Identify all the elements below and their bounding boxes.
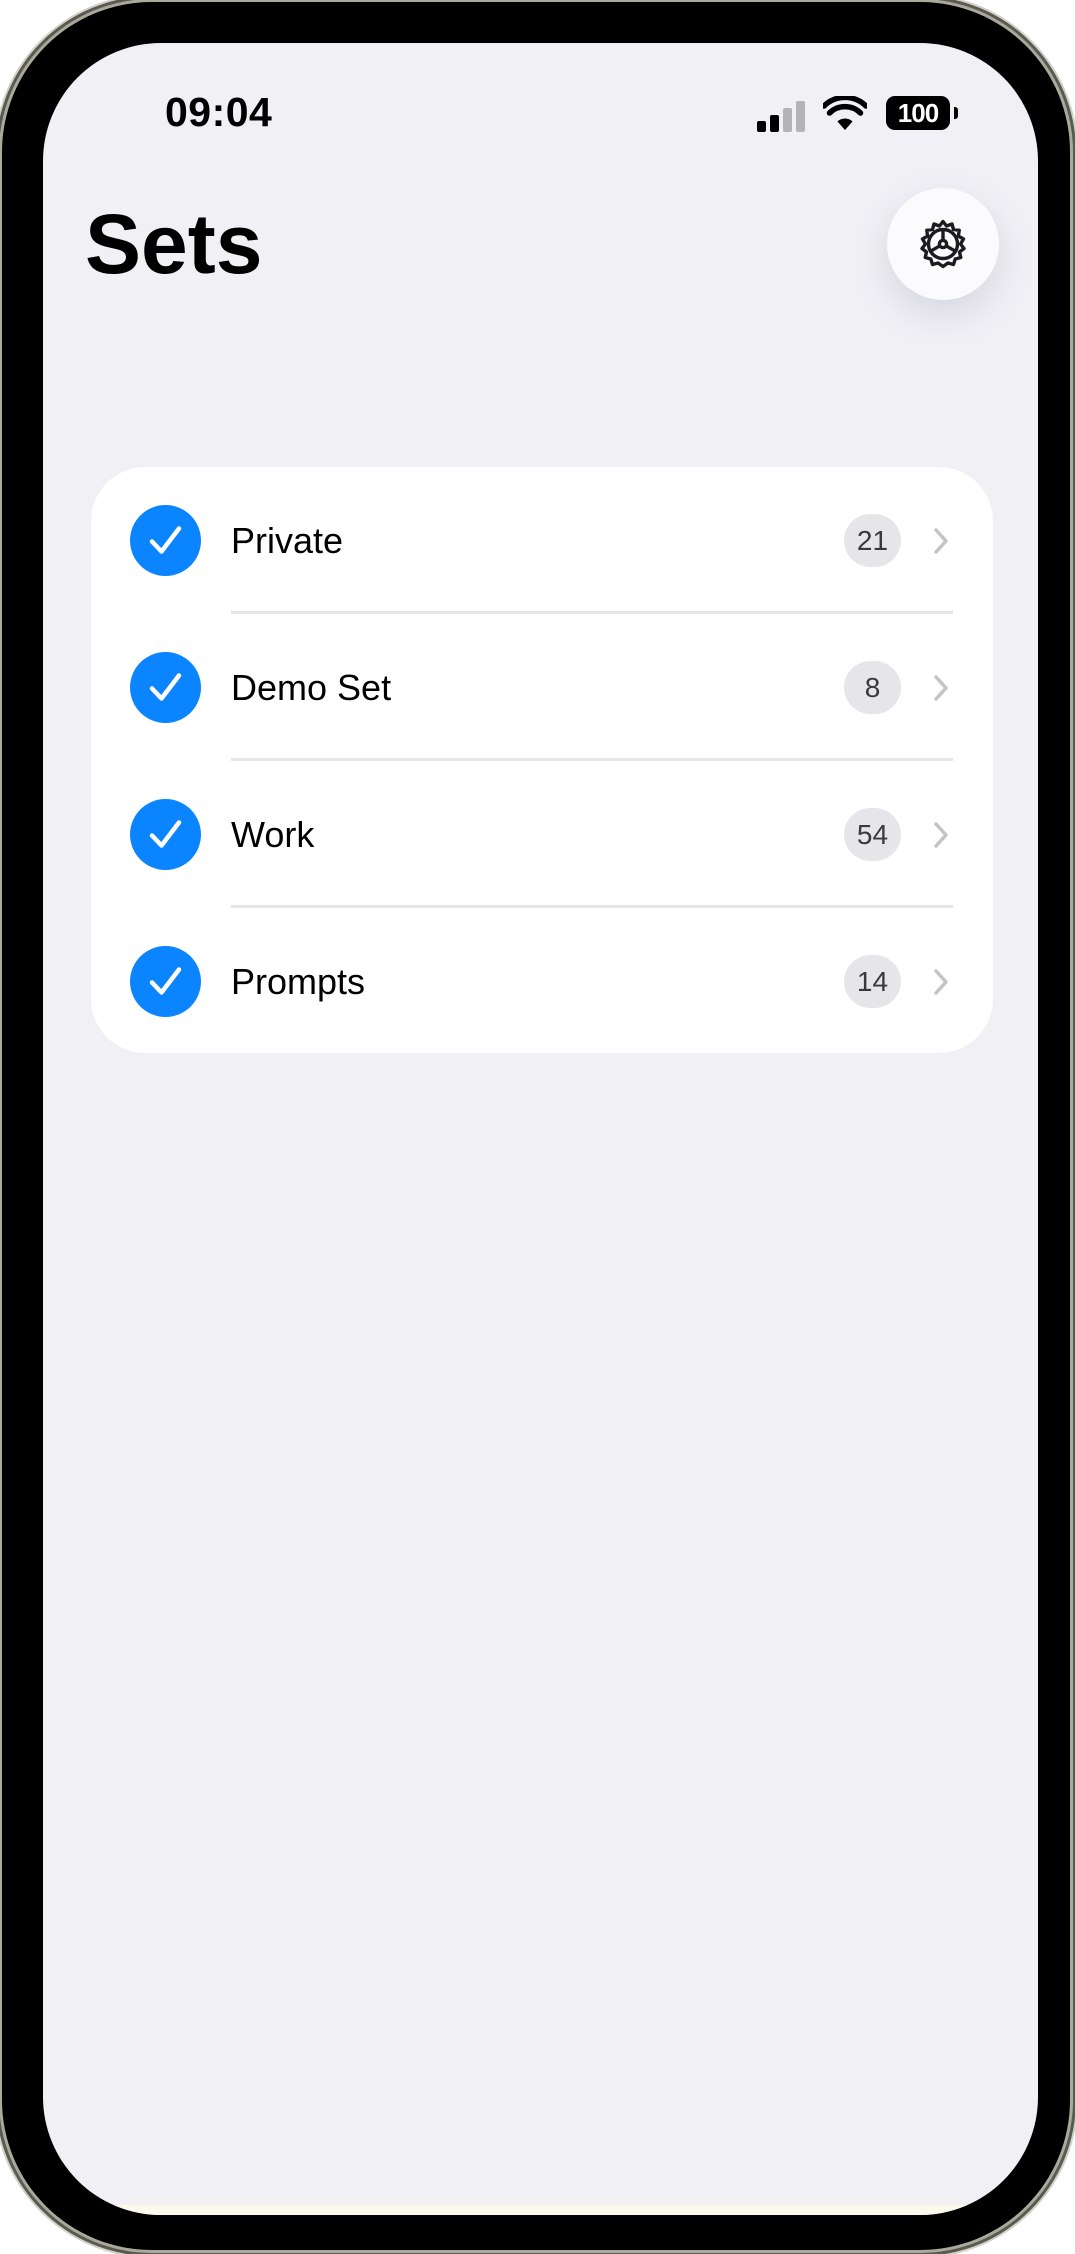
set-row-prompts[interactable]: Prompts 14 <box>91 908 993 1053</box>
selected-checkmark-icon[interactable] <box>130 799 201 870</box>
sets-list: Private 21 Demo Set 8 Work 54 Prompts 14 <box>91 467 993 1053</box>
battery-tip <box>954 107 958 119</box>
selected-checkmark-icon[interactable] <box>130 652 201 723</box>
set-label: Private <box>231 520 344 561</box>
selected-checkmark-icon[interactable] <box>130 946 201 1017</box>
set-count-badge: 21 <box>844 514 901 567</box>
gear-icon <box>920 219 966 269</box>
set-count-badge: 8 <box>844 661 901 714</box>
set-row-work[interactable]: Work 54 <box>91 761 993 908</box>
set-label: Prompts <box>231 961 366 1002</box>
status-time: 09:04 <box>165 89 273 135</box>
phone-frame: 09:04 100 Sets Private 21 Demo Set 8 Wor… <box>2 2 1070 2250</box>
settings-button[interactable] <box>887 188 999 300</box>
app-screen: 09:04 100 Sets Private 21 Demo Set 8 Wor… <box>43 43 1038 2215</box>
wifi-icon <box>823 96 867 130</box>
set-label: Work <box>231 814 315 855</box>
page-title: Sets <box>85 197 263 291</box>
chevron-right-icon <box>934 675 948 701</box>
set-count-badge: 14 <box>844 955 901 1008</box>
status-bar: 09:04 100 <box>43 43 1038 183</box>
selected-checkmark-icon[interactable] <box>130 505 201 576</box>
set-count-badge: 54 <box>844 808 901 861</box>
chevron-right-icon <box>934 969 948 995</box>
set-label: Demo Set <box>231 667 392 708</box>
chevron-right-icon <box>934 528 948 554</box>
battery-icon: 100 <box>886 96 950 130</box>
cellular-signal-icon <box>757 100 807 132</box>
bottom-edge <box>43 2205 1038 2215</box>
set-row-private[interactable]: Private 21 <box>91 467 993 614</box>
set-row-demo-set[interactable]: Demo Set 8 <box>91 614 993 761</box>
chevron-right-icon <box>934 822 948 848</box>
